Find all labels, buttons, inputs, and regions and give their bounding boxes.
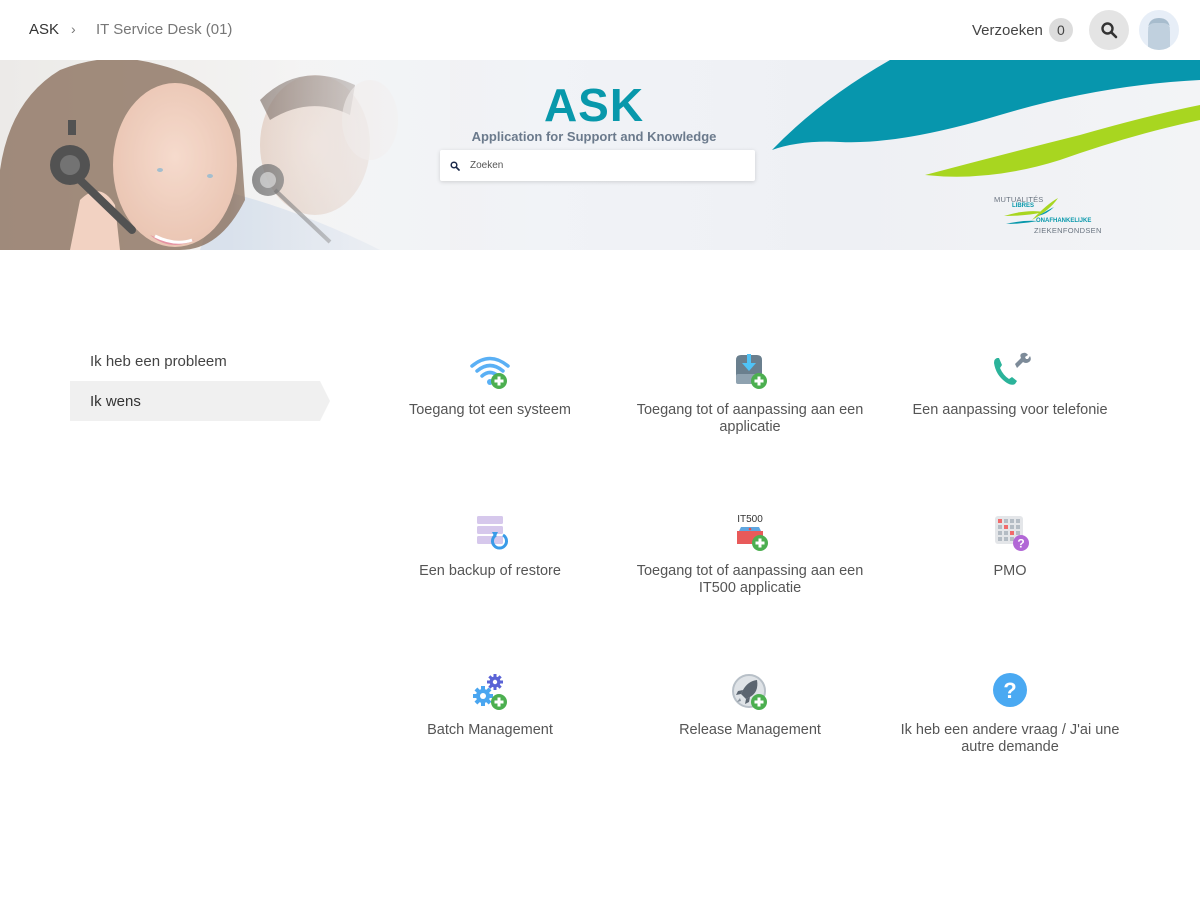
database-restore-icon [468,513,512,553]
search-icon [1101,22,1118,39]
catalog-item-label: Een aanpassing voor telefonie [912,402,1108,418]
catalog-item-it500-application[interactable]: IT500 Toegang tot of aanpassing aan een … [620,513,880,597]
breadcrumb-current[interactable]: IT Service Desk (01) [96,21,232,38]
sidebar-item-label: Ik wens [90,392,141,410]
catalog-item-label: Een backup of restore [419,563,561,579]
catalog-item-label: Batch Management [427,722,553,738]
catalog-item-label: Ik heb een andere vraag / J'ai une autre… [900,722,1120,755]
organization-logo: MUTUALITÉS LIBRES ONAFHANKELIJKE ZIEKENF… [992,194,1112,236]
requests-count-badge: 0 [1048,18,1073,42]
hero-banner: ASK Application for Support and Knowledg… [0,60,1200,250]
calendar-question-icon: ? [988,513,1032,553]
rocket-add-icon [728,672,772,712]
catalog-item-pmo[interactable]: ? PMO [880,513,1140,580]
sidebar-item-problem[interactable]: Ik heb een probleem [70,341,330,381]
catalog-item-system-access[interactable]: Toegang tot een systeem [360,352,620,419]
catalog-item-label: Release Management [679,722,821,738]
top-bar: ASK › IT Service Desk (01) Verzoeken 0 [0,0,1200,60]
org-logo-line3: ONAFHANKELIJKE [1036,218,1092,224]
app-title: ASK [543,79,645,131]
breadcrumb-root-link[interactable]: ASK [29,21,59,38]
search-input[interactable] [470,160,730,171]
it500-box-add-icon: IT500 [728,513,772,553]
catalog-item-label: Toegang tot of aanpassing aan een applic… [636,402,864,435]
catalog-item-label: PMO [993,563,1027,579]
catalog-item-other-question[interactable]: ? Ik heb een andere vraag / J'ai une aut… [880,672,1140,756]
catalog-item-label: Toegang tot of aanpassing aan een IT500 … [636,563,864,596]
catalog-item-application-access[interactable]: Toegang tot of aanpassing aan een applic… [620,352,880,436]
sidebar-item-label: Ik heb een probleem [90,352,227,370]
catalog-item-backup-restore[interactable]: Een backup of restore [360,513,620,580]
banner-search-box[interactable] [440,150,755,181]
sidebar-item-request[interactable]: Ik wens [70,381,330,421]
wifi-add-icon [468,352,512,392]
requests-link[interactable]: Verzoeken 0 [972,18,1073,42]
svg-text:?: ? [1017,537,1024,551]
catalog-item-release-management[interactable]: Release Management [620,672,880,739]
download-drive-add-icon [728,352,772,392]
breadcrumb-separator: › [71,21,76,37]
org-logo-line2: LIBRES [1012,203,1035,209]
org-logo-line4: ZIEKENFONDSEN [1034,226,1102,235]
it500-icon-text: IT500 [737,514,763,525]
user-avatar-button[interactable] [1139,10,1179,50]
search-icon [450,160,460,171]
app-subtitle: Application for Support and Knowledge [471,129,717,144]
user-avatar-icon [1148,18,1170,50]
svg-text:?: ? [1003,678,1016,703]
search-button[interactable] [1089,10,1129,50]
question-icon: ? [988,672,1032,712]
catalog-item-batch-management[interactable]: Batch Management [360,672,620,739]
catalog-item-label: Toegang tot een systeem [408,402,572,418]
gears-add-icon [468,672,512,712]
catalog-item-telephony[interactable]: Een aanpassing voor telefonie [880,352,1140,419]
phone-wrench-icon [988,352,1032,392]
requests-label: Verzoeken [972,21,1043,39]
